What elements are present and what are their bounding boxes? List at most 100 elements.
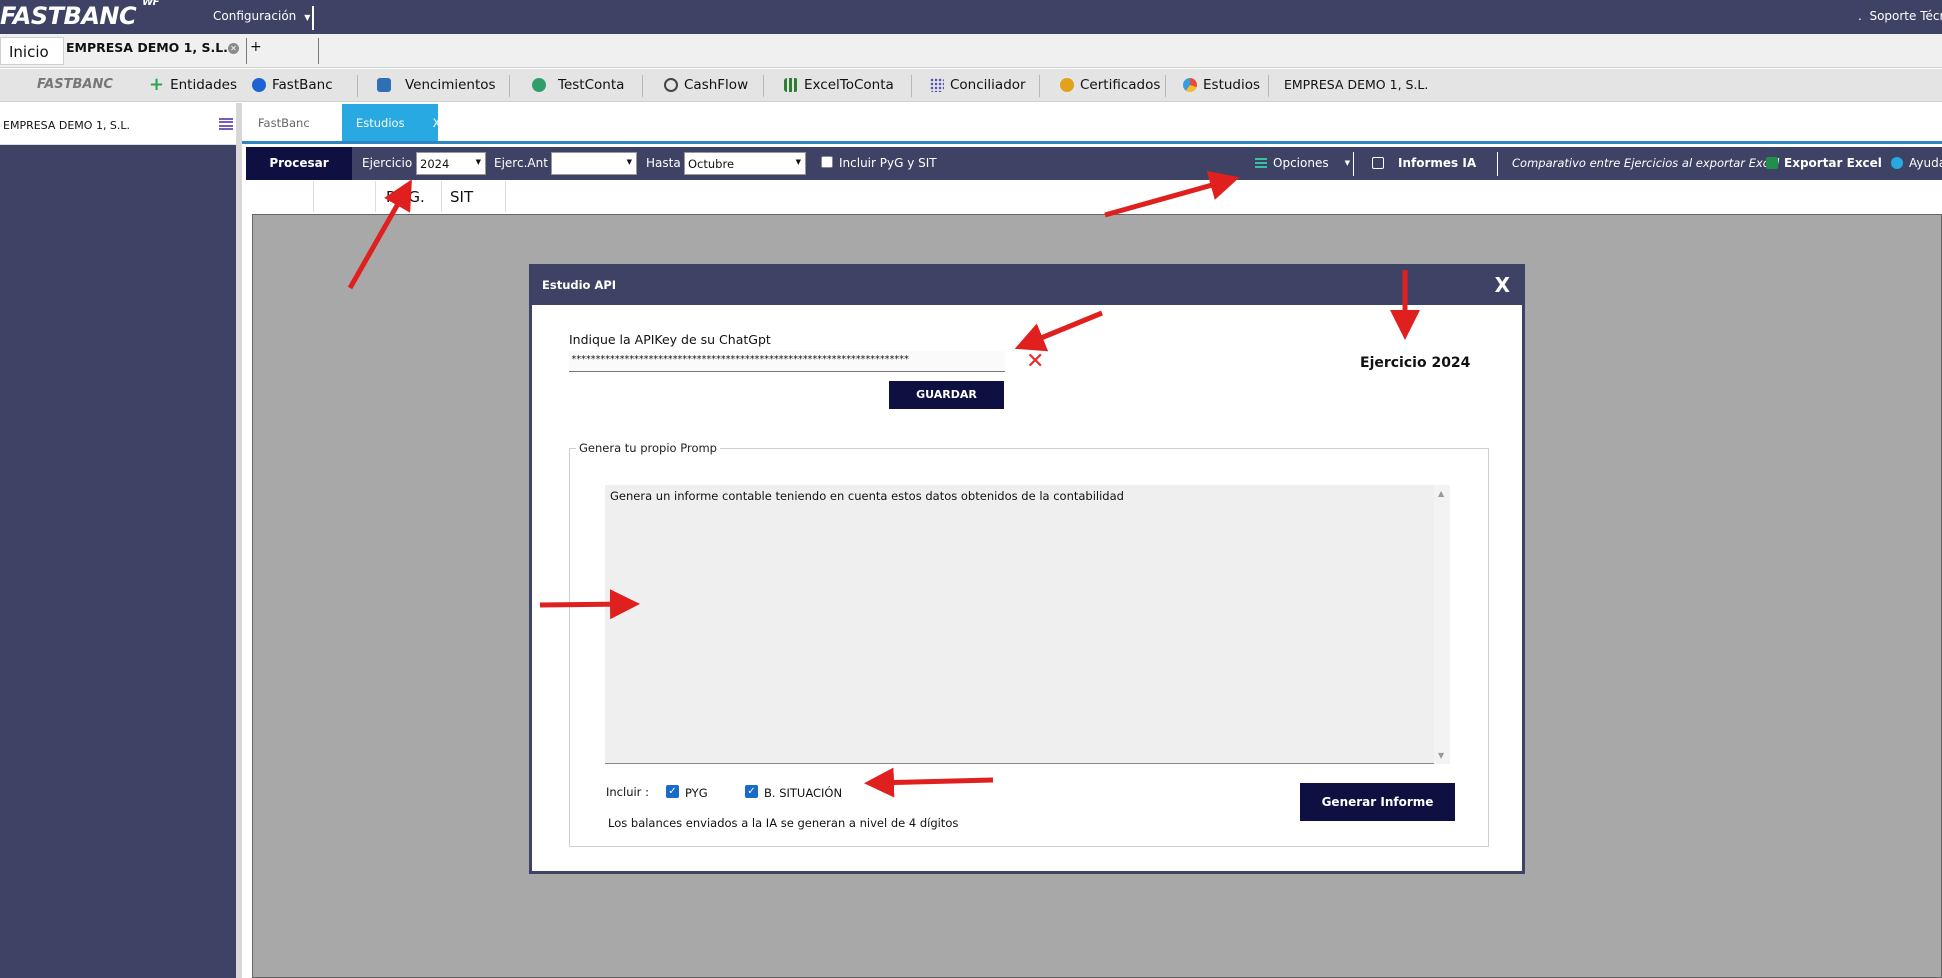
calendar-icon (377, 78, 391, 92)
module-vencimientos[interactable]: Vencimientos (377, 77, 496, 93)
module-label: TestConta (558, 77, 625, 93)
opciones-dropdown[interactable]: Opciones ▼ (1255, 156, 1350, 170)
column-header-sit[interactable]: SIT (442, 181, 506, 212)
module-company-label: EMPRESA DEMO 1, S.L. (1284, 77, 1429, 92)
module-certificados[interactable]: Certificados (1060, 77, 1160, 93)
action-bar: Procesar Ejercicio 2024 ▼ Ejerc.Ant ▼ Has… (246, 147, 1942, 180)
module-divider (1039, 75, 1040, 97)
sidebar-header: EMPRESA DEMO 1, S.L. (0, 103, 236, 145)
ejercicio-heading: Ejercicio 2024 (1360, 355, 1471, 371)
module-brand: FASTBANC (37, 77, 113, 92)
module-label: CashFlow (684, 77, 749, 93)
incluir-label: Incluir : (606, 785, 649, 799)
guardar-button[interactable]: GUARDAR (889, 381, 1004, 409)
prompt-group-legend: Genera tu propio Promp (576, 441, 720, 455)
grid-icon (930, 78, 944, 92)
scroll-up-icon[interactable]: ▲ (1438, 489, 1444, 498)
bsituacion-label: B. SITUACIÓN (764, 786, 843, 800)
module-label: Conciliador (950, 77, 1026, 93)
module-testconta[interactable]: TestConta (532, 77, 624, 93)
coin-icon (664, 78, 678, 92)
help-icon (1891, 157, 1903, 169)
nota-text: Los balances enviados a la IA se generan… (608, 816, 959, 830)
module-estudios[interactable]: Estudios (1183, 77, 1260, 93)
support-link[interactable]: . Soporte Técn (1858, 9, 1942, 23)
plus-icon: + (149, 74, 165, 95)
tab-inicio[interactable]: Inicio (0, 37, 64, 65)
prompt-group: Genera tu propio Promp Genera un informe… (569, 441, 1489, 847)
module-conciliador[interactable]: Conciliador (930, 77, 1026, 93)
prompt-text: Genera un informe contable teniendo en c… (610, 489, 1124, 503)
ai-report-icon (1372, 157, 1384, 169)
tab-fastbanc[interactable]: FastBancX (258, 104, 356, 141)
module-cashflow[interactable]: CashFlow (664, 77, 748, 93)
pie-icon (1183, 78, 1197, 92)
comparativo-note: Comparativo entre Ejercicios al exportar… (1512, 156, 1780, 170)
list-menu-icon[interactable] (219, 118, 233, 130)
module-exceltoconta[interactable]: ExcelToConta (784, 77, 894, 93)
bsituacion-checkbox[interactable]: ✓ (745, 785, 758, 798)
incluir-pyg-label: Incluir PyG y SIT (839, 156, 937, 170)
module-divider (763, 75, 764, 97)
columns-icon (784, 78, 798, 92)
scroll-down-icon[interactable]: ▼ (1438, 751, 1444, 760)
sidebar-company: EMPRESA DEMO 1, S.L. (3, 119, 131, 132)
certificate-icon (1060, 78, 1074, 92)
caret-down-icon: ▼ (304, 13, 311, 22)
close-tab-icon[interactable]: ✕ (228, 43, 239, 54)
clear-apikey-icon[interactable]: ✕ (1026, 349, 1044, 374)
document-tabs: Inicio EMPRESA DEMO 1, S.L. ✕ + (0, 34, 1942, 68)
close-icon[interactable]: X (433, 116, 441, 130)
pyg-checkbox[interactable]: ✓ (666, 785, 679, 798)
list-icon (1255, 158, 1267, 168)
module-divider (1165, 75, 1166, 97)
tab-company[interactable]: EMPRESA DEMO 1, S.L. (66, 40, 228, 55)
module-toolbar: FASTBANC + Entidades FastBanc Vencimient… (0, 69, 1942, 102)
ejerc-ant-label: Ejerc.Ant (494, 156, 548, 170)
module-label: Entidades (170, 77, 237, 93)
column-header (314, 181, 376, 212)
ejercicio-label: Ejercicio (362, 156, 413, 170)
module-divider (642, 75, 643, 97)
generar-informe-button[interactable]: Generar Informe (1300, 783, 1455, 821)
dialog-close-button[interactable]: X (1495, 273, 1510, 297)
prompt-textarea[interactable]: Genera un informe contable teniendo en c… (605, 485, 1450, 764)
hasta-label: Hasta (646, 156, 681, 170)
module-divider (357, 75, 358, 97)
apikey-input[interactable]: ****************************************… (569, 351, 1005, 372)
module-entidades[interactable]: + Entidades (149, 74, 237, 95)
app-logo: FASTBANC WF (0, 0, 159, 30)
caret-down-icon: ▼ (795, 158, 801, 166)
add-tab-button[interactable]: + (250, 39, 262, 55)
ayuda-button[interactable]: Ayuda (1891, 156, 1942, 170)
toolbar-divider (1353, 152, 1354, 176)
hasta-select[interactable]: Octubre ▼ (684, 152, 806, 175)
tab-estudios[interactable]: Estudios X (342, 104, 441, 141)
caret-down-icon: ▼ (1344, 159, 1350, 167)
ejerc-ant-select[interactable]: ▼ (551, 152, 637, 175)
estudio-api-dialog: Estudio API X Indique la APIKey de su Ch… (529, 264, 1525, 874)
tab-divider (246, 38, 247, 64)
exportar-excel-button[interactable]: Exportar Excel (1766, 156, 1882, 170)
module-fastbanc[interactable]: FastBanc (252, 77, 333, 93)
column-header (246, 181, 314, 212)
module-divider (1268, 75, 1269, 97)
procesar-button[interactable]: Procesar (246, 147, 352, 180)
config-menu[interactable]: Configuración ▼ (213, 9, 310, 23)
module-label: Estudios (1203, 77, 1261, 93)
module-label: FastBanc (272, 77, 333, 93)
incluir-pyg-checkbox[interactable] (821, 156, 833, 168)
tab-divider (318, 38, 319, 64)
sidebar-splitter[interactable] (236, 103, 242, 978)
dialog-title: Estudio API (542, 278, 617, 292)
column-header-pyg[interactable]: P.Y.G. (376, 181, 442, 212)
prompt-scrollbar[interactable]: ▲ ▼ (1434, 485, 1450, 764)
appbar-divider (312, 6, 314, 30)
informes-ia-button[interactable]: Informes IA (1372, 156, 1476, 170)
caret-down-icon: ▼ (475, 158, 481, 166)
ejercicio-select[interactable]: 2024 ▼ (416, 152, 486, 175)
check-globe-icon (532, 78, 546, 92)
module-divider (911, 75, 912, 97)
module-label: Vencimientos (405, 77, 496, 93)
caret-down-icon: ▼ (626, 158, 632, 166)
